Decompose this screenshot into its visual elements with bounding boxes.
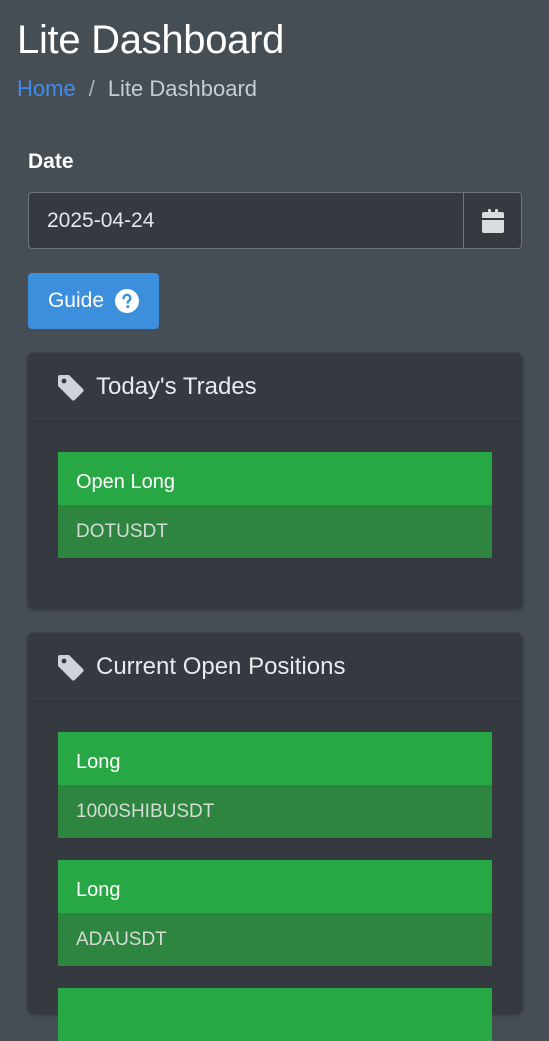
todays-trades-title: Today's Trades [96,373,257,400]
position-symbol: 1000SHIBUSDT [58,785,492,838]
date-label: Date [28,150,74,173]
position-item-partial [58,988,492,1041]
position-item[interactable]: Long ADAUSDT [58,860,492,966]
position-side: Long [58,860,492,913]
breadcrumb-separator: / [88,76,95,101]
position-symbol: ADAUSDT [58,913,492,966]
breadcrumb-home-link[interactable]: Home [17,76,76,102]
open-positions-card: Current Open Positions Long 1000SHIBUSDT… [28,633,522,1041]
open-positions-header: Current Open Positions [28,633,522,702]
position-item[interactable]: Long 1000SHIBUSDT [58,732,492,838]
trade-item[interactable]: Open Long DOTUSDT [58,452,492,558]
breadcrumb: Home / Lite Dashboard [17,76,284,102]
tag-icon [58,654,84,681]
calendar-button[interactable] [463,193,521,248]
guide-button[interactable]: Guide [28,273,159,329]
tag-icon [58,374,84,401]
page-header: Lite Dashboard Home / Lite Dashboard [17,18,284,102]
position-side: Long [58,732,492,785]
trade-symbol: DOTUSDT [58,505,492,558]
guide-button-label: Guide [47,289,105,312]
question-circle-icon [115,289,140,313]
trade-action: Open Long [58,452,492,505]
page-title: Lite Dashboard [17,18,285,62]
date-input[interactable] [29,193,463,248]
open-positions-title: Current Open Positions [96,653,346,680]
todays-trades-card: Today's Trades Open Long DOTUSDT [28,353,522,608]
date-picker [28,192,522,249]
calendar-icon [481,208,504,233]
breadcrumb-current: Lite Dashboard [107,76,258,101]
todays-trades-header: Today's Trades [28,353,522,422]
